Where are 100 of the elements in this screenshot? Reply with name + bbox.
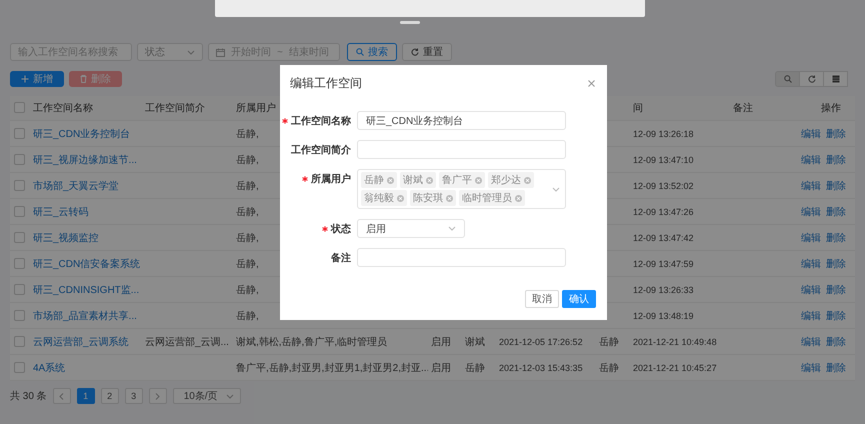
chevron-left-icon — [59, 392, 64, 400]
column-header: 工作空间名称 — [33, 103, 93, 114]
checkbox[interactable] — [14, 154, 25, 165]
table-cell: 岳静, — [236, 154, 259, 166]
delete-link[interactable]: 删除 — [826, 258, 846, 270]
table-cell: 岳静, — [236, 232, 259, 244]
edit-link[interactable]: 编辑 — [801, 284, 821, 296]
checkbox[interactable] — [14, 362, 25, 373]
checkbox[interactable] — [14, 284, 25, 295]
column-header: 所属用户 — [236, 103, 276, 114]
table-cell: 12-09 13:26:18 — [633, 128, 694, 138]
table-cell: 岳静, — [236, 180, 259, 192]
table-cell: 岳静 — [599, 336, 619, 348]
page-size-select[interactable]: 10条/页 — [172, 388, 241, 404]
table-cell: 12-09 13:47:42 — [633, 232, 694, 242]
edit-link[interactable]: 编辑 — [801, 180, 821, 192]
drag-handle[interactable] — [400, 21, 420, 24]
checkbox[interactable] — [14, 180, 25, 191]
cancel-button[interactable]: 取消 — [525, 290, 559, 308]
required-icon — [302, 176, 308, 182]
checkbox[interactable] — [14, 336, 25, 347]
table-cell: 12-09 13:47:59 — [633, 258, 694, 268]
dialog-title: 编辑工作空间 — [290, 75, 362, 92]
page-button[interactable]: 1 — [76, 388, 95, 404]
close-button[interactable] — [588, 80, 595, 87]
delete-link[interactable]: 删除 — [826, 284, 846, 296]
next-page-button[interactable] — [148, 388, 167, 404]
table-cell: 启用 — [431, 336, 451, 348]
table-cell: 12-09 13:26:33 — [633, 284, 694, 294]
delete-link[interactable]: 删除 — [826, 336, 846, 348]
total-count: 共 30 条 — [10, 390, 47, 403]
workspace-link[interactable]: 研三_CDNINSIGHT监... — [33, 284, 140, 296]
table-cell: 2021-12-03 15:43:35 — [499, 362, 583, 372]
status-select[interactable]: 启用 — [357, 219, 465, 238]
checkbox[interactable] — [14, 128, 25, 139]
reset-button[interactable]: 重置 — [402, 43, 452, 61]
workspace-link[interactable]: 研三_CDN业务控制台 — [33, 128, 130, 140]
edit-link[interactable]: 编辑 — [801, 154, 821, 166]
page-button[interactable]: 2 — [100, 388, 119, 404]
columns-button[interactable] — [823, 71, 848, 87]
text-field[interactable] — [357, 140, 566, 159]
workspace-link[interactable]: 研三_视屏边缘加速节... — [33, 154, 137, 166]
add-button[interactable]: 新增 — [10, 71, 64, 87]
grid-icon — [832, 75, 840, 83]
text-field[interactable] — [357, 248, 566, 267]
caret-icon — [448, 226, 456, 231]
checkbox[interactable] — [14, 206, 25, 217]
text-field[interactable]: 研三_CDN业务控制台 — [357, 111, 566, 130]
delete-link[interactable]: 删除 — [826, 128, 846, 140]
remove-icon[interactable] — [446, 194, 453, 202]
table-cell: 12-09 13:47:10 — [633, 154, 694, 164]
required-icon — [282, 118, 288, 124]
checkbox[interactable] — [14, 310, 25, 321]
workspace-link[interactable]: 云网运营部_云调系统 — [33, 336, 129, 348]
edit-link[interactable]: 编辑 — [801, 128, 821, 140]
remove-icon[interactable] — [387, 176, 394, 184]
delete-link[interactable]: 删除 — [826, 180, 846, 192]
status-select[interactable]: 状态 — [137, 43, 203, 61]
table-cell: 启用 — [431, 362, 451, 374]
checkbox[interactable] — [14, 102, 25, 114]
edit-link[interactable]: 编辑 — [801, 336, 821, 348]
edit-link[interactable]: 编辑 — [801, 258, 821, 270]
delete-link[interactable]: 删除 — [826, 310, 846, 322]
edit-link[interactable]: 编辑 — [801, 362, 821, 374]
column-header: 操作 — [821, 103, 841, 114]
workspace-link[interactable]: 研三_CDN信安备案系统 — [33, 258, 140, 270]
table-cell: 谢斌,韩松,岳静,鲁广平,临时管理员 — [236, 336, 388, 348]
remove-icon[interactable] — [397, 194, 404, 202]
search-toggle-button[interactable] — [775, 71, 800, 87]
user-tag: 陈安琪 — [410, 190, 456, 206]
refresh-icon — [808, 75, 816, 83]
delete-link[interactable]: 删除 — [826, 206, 846, 218]
remove-icon[interactable] — [515, 194, 522, 202]
checkbox[interactable] — [14, 232, 25, 243]
user-tag: 郑少达 — [488, 172, 534, 188]
remove-icon[interactable] — [475, 176, 482, 184]
checkbox[interactable] — [14, 258, 25, 269]
workspace-link[interactable]: 市场部_品宣素材共享... — [33, 310, 137, 322]
field-label: 所属用户 — [311, 172, 351, 186]
close-icon — [588, 80, 595, 87]
remove-icon[interactable] — [426, 176, 433, 184]
workspace-link[interactable]: 市场部_天翼云学堂 — [33, 180, 119, 192]
search-button[interactable]: 搜索 — [347, 43, 397, 61]
remove-icon[interactable] — [524, 176, 531, 184]
user-multi-select[interactable]: 岳静 谢斌 鲁广平 郑少达 翁纯毅 陈安琪 临时管理员 — [357, 169, 566, 209]
edit-link[interactable]: 编辑 — [801, 310, 821, 322]
confirm-button[interactable]: 确认 — [562, 290, 596, 308]
delete-link[interactable]: 删除 — [826, 154, 846, 166]
workspace-link[interactable]: 研三_视频监控 — [33, 232, 99, 244]
delete-link[interactable]: 删除 — [826, 362, 846, 374]
column-header: 备注 — [733, 103, 753, 114]
prev-page-button[interactable] — [52, 388, 71, 404]
workspace-link[interactable]: 4A系统 — [33, 362, 66, 374]
delete-link[interactable]: 删除 — [826, 232, 846, 244]
edit-link[interactable]: 编辑 — [801, 206, 821, 218]
edit-link[interactable]: 编辑 — [801, 232, 821, 244]
refresh-button[interactable] — [799, 71, 824, 87]
workspace-link[interactable]: 研三_云转码 — [33, 206, 89, 218]
table-cell: 岳静, — [236, 206, 259, 218]
page-button[interactable]: 3 — [124, 388, 143, 404]
